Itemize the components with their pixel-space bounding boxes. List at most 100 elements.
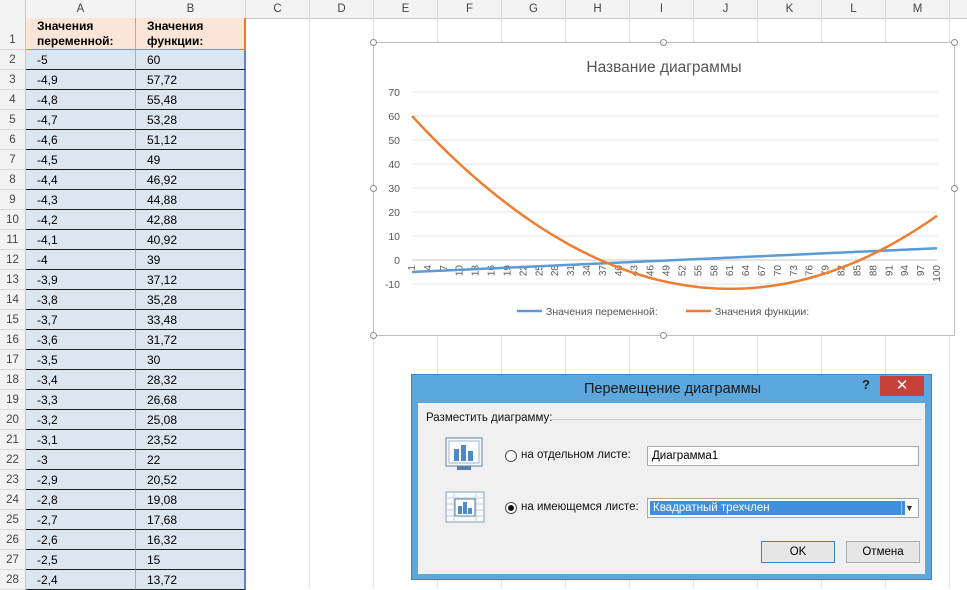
cell-a3[interactable]: -4,9 bbox=[26, 70, 136, 90]
cell-a2[interactable]: -5 bbox=[26, 50, 136, 70]
row-header-7[interactable]: 7 bbox=[0, 150, 26, 170]
cell-a11[interactable]: -4,1 bbox=[26, 230, 136, 250]
series-line-function[interactable] bbox=[411, 115, 938, 291]
chart-resize-handle[interactable] bbox=[370, 39, 377, 46]
cell-a22[interactable]: -3 bbox=[26, 450, 136, 470]
cell-b25[interactable]: 17,68 bbox=[136, 510, 246, 530]
column-header-j[interactable]: J bbox=[694, 0, 758, 18]
chart-resize-handle[interactable] bbox=[660, 332, 667, 339]
select-all-corner[interactable] bbox=[0, 0, 26, 18]
existing-sheet-radio[interactable] bbox=[505, 502, 517, 514]
row-header-18[interactable]: 18 bbox=[0, 370, 26, 390]
column-header-b[interactable]: B bbox=[136, 0, 246, 18]
column-header-l[interactable]: L bbox=[822, 0, 886, 18]
cell-a27[interactable]: -2,5 bbox=[26, 550, 136, 570]
row-header-13[interactable]: 13 bbox=[0, 270, 26, 290]
chart-title[interactable]: Название диаграммы bbox=[586, 59, 741, 76]
cell-b8[interactable]: 46,92 bbox=[136, 170, 246, 190]
existing-sheet-label[interactable]: на имеющемся листе: bbox=[521, 501, 639, 513]
help-button[interactable]: ? bbox=[858, 377, 874, 393]
new-sheet-label[interactable]: на отдельном листе: bbox=[521, 449, 631, 461]
cell-b15[interactable]: 33,48 bbox=[136, 310, 246, 330]
column-header-e[interactable]: E bbox=[374, 0, 438, 18]
cell-a19[interactable]: -3,3 bbox=[26, 390, 136, 410]
cell-b7[interactable]: 49 bbox=[136, 150, 246, 170]
legend-label-function[interactable]: Значения функции: bbox=[715, 306, 809, 318]
cell-a5[interactable]: -4,7 bbox=[26, 110, 136, 130]
row-header-19[interactable]: 19 bbox=[0, 390, 26, 410]
cell-b12[interactable]: 39 bbox=[136, 250, 246, 270]
cell-b21[interactable]: 23,52 bbox=[136, 430, 246, 450]
row-header-25[interactable]: 25 bbox=[0, 510, 26, 530]
row-header-3[interactable]: 3 bbox=[0, 70, 26, 90]
row-header-11[interactable]: 11 bbox=[0, 230, 26, 250]
cell-a23[interactable]: -2,9 bbox=[26, 470, 136, 490]
cell-a28[interactable]: -2,4 bbox=[26, 570, 136, 590]
cell-b27[interactable]: 15 bbox=[136, 550, 246, 570]
row-header-10[interactable]: 10 bbox=[0, 210, 26, 230]
row-header-22[interactable]: 22 bbox=[0, 450, 26, 470]
row-header-24[interactable]: 24 bbox=[0, 490, 26, 510]
header-cell-variable[interactable]: Значения переменной: bbox=[26, 18, 136, 50]
cell-b22[interactable]: 22 bbox=[136, 450, 246, 470]
cell-a20[interactable]: -3,2 bbox=[26, 410, 136, 430]
existing-sheet-select[interactable]: Квадратный трехчлен ▼ bbox=[647, 498, 919, 518]
row-header-15[interactable]: 15 bbox=[0, 310, 26, 330]
column-header-i[interactable]: I bbox=[630, 0, 694, 18]
cell-b10[interactable]: 42,88 bbox=[136, 210, 246, 230]
cell-b3[interactable]: 57,72 bbox=[136, 70, 246, 90]
cell-b19[interactable]: 26,68 bbox=[136, 390, 246, 410]
row-header-14[interactable]: 14 bbox=[0, 290, 26, 310]
new-sheet-radio[interactable] bbox=[505, 450, 517, 462]
row-header-6[interactable]: 6 bbox=[0, 130, 26, 150]
row-header-27[interactable]: 27 bbox=[0, 550, 26, 570]
cell-a8[interactable]: -4,4 bbox=[26, 170, 136, 190]
chart-resize-handle[interactable] bbox=[370, 332, 377, 339]
cell-b9[interactable]: 44,88 bbox=[136, 190, 246, 210]
chevron-down-icon[interactable]: ▼ bbox=[901, 500, 917, 516]
column-header-f[interactable]: F bbox=[438, 0, 502, 18]
cell-b18[interactable]: 28,32 bbox=[136, 370, 246, 390]
cell-a14[interactable]: -3,8 bbox=[26, 290, 136, 310]
chart-resize-handle[interactable] bbox=[951, 185, 958, 192]
cell-b6[interactable]: 51,12 bbox=[136, 130, 246, 150]
column-header-d[interactable]: D bbox=[310, 0, 374, 18]
new-sheet-name-field[interactable]: Диаграмма1 bbox=[647, 446, 919, 466]
cell-b14[interactable]: 35,28 bbox=[136, 290, 246, 310]
cell-a13[interactable]: -3,9 bbox=[26, 270, 136, 290]
column-header-h[interactable]: H bbox=[566, 0, 630, 18]
cell-b17[interactable]: 30 bbox=[136, 350, 246, 370]
cell-a10[interactable]: -4,2 bbox=[26, 210, 136, 230]
row-header-28[interactable]: 28 bbox=[0, 570, 26, 590]
cell-a4[interactable]: -4,8 bbox=[26, 90, 136, 110]
row-header-8[interactable]: 8 bbox=[0, 170, 26, 190]
cell-b16[interactable]: 31,72 bbox=[136, 330, 246, 350]
cell-a17[interactable]: -3,5 bbox=[26, 350, 136, 370]
cell-a9[interactable]: -4,3 bbox=[26, 190, 136, 210]
chart-object[interactable]: Название диаграммы 70 60 50 40 30 20 10 0 -10 14… bbox=[373, 42, 955, 336]
cell-a25[interactable]: -2,7 bbox=[26, 510, 136, 530]
cell-b4[interactable]: 55,48 bbox=[136, 90, 246, 110]
row-header-16[interactable]: 16 bbox=[0, 330, 26, 350]
ok-button[interactable]: OK bbox=[761, 541, 835, 563]
cell-a7[interactable]: -4,5 bbox=[26, 150, 136, 170]
column-header-g[interactable]: G bbox=[502, 0, 566, 18]
row-header-17[interactable]: 17 bbox=[0, 350, 26, 370]
row-header-9[interactable]: 9 bbox=[0, 190, 26, 210]
cell-b23[interactable]: 20,52 bbox=[136, 470, 246, 490]
row-header-21[interactable]: 21 bbox=[0, 430, 26, 450]
column-header-k[interactable]: K bbox=[758, 0, 822, 18]
column-header-a[interactable]: A bbox=[26, 0, 136, 18]
column-header-m[interactable]: M bbox=[886, 0, 950, 18]
cell-a21[interactable]: -3,1 bbox=[26, 430, 136, 450]
chart-resize-handle[interactable] bbox=[660, 39, 667, 46]
row-header-2[interactable]: 2 bbox=[0, 50, 26, 70]
row-header-4[interactable]: 4 bbox=[0, 90, 26, 110]
cell-b20[interactable]: 25,08 bbox=[136, 410, 246, 430]
cell-a26[interactable]: -2,6 bbox=[26, 530, 136, 550]
row-header-1[interactable]: 1 bbox=[0, 18, 26, 50]
cell-b2[interactable]: 60 bbox=[136, 50, 246, 70]
column-header-c[interactable]: C bbox=[246, 0, 310, 18]
cell-b24[interactable]: 19,08 bbox=[136, 490, 246, 510]
row-header-26[interactable]: 26 bbox=[0, 530, 26, 550]
